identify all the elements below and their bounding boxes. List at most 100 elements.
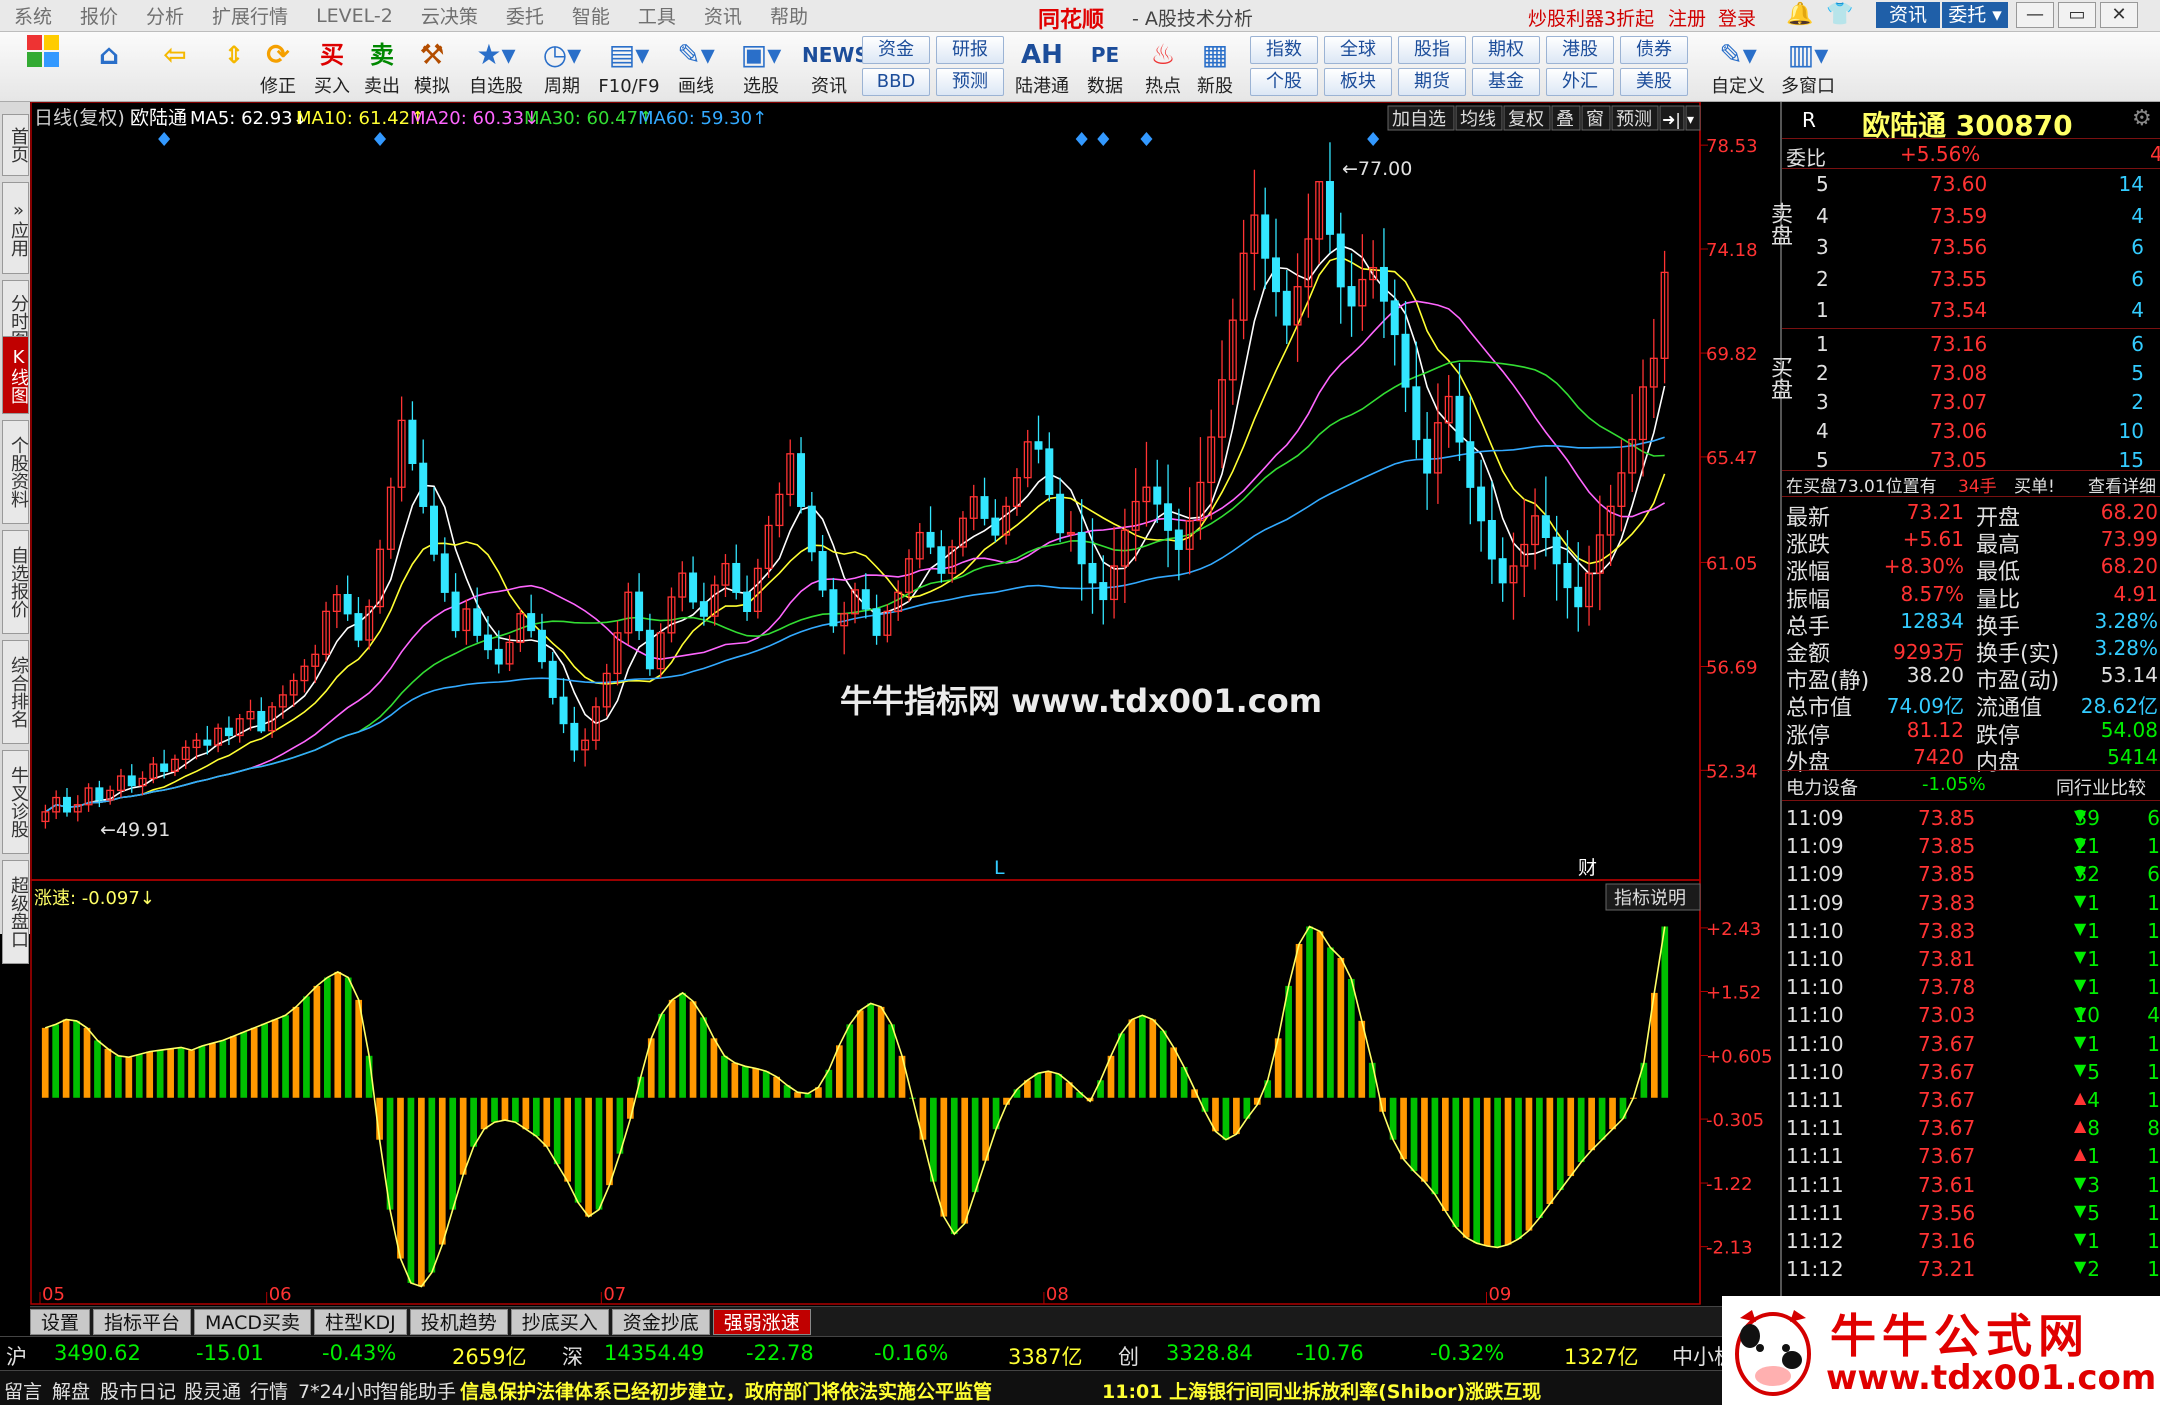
toolbar-back-button[interactable]: ⇦ [150,34,200,100]
cy-index[interactable]: 3328.84 [1166,1341,1253,1365]
toolbar-period-button[interactable]: ◷▾ 周期 [534,34,590,100]
candle-body[interactable] [494,648,503,665]
news-headline-2[interactable]: 11:01 上海银行间同业拆放利率(Shibor)涨跌互现 [1102,1377,1541,1404]
jump-end-icon[interactable]: ➜| [1662,110,1681,129]
chart-area[interactable]: 日线(复权) 欧陆通 MA5: 62.93↓ MA10: 61.42↑ MA20… [30,102,1780,1305]
candle-body[interactable] [95,787,104,801]
btn-stock[interactable]: 个股 [1250,68,1318,96]
news-tab-message[interactable]: 留言 [4,1377,42,1404]
tab-settings[interactable]: 设置 [30,1309,91,1335]
toolbar-news-button[interactable]: NEWS 资讯 [802,34,869,100]
tab-fund-bottom[interactable]: 资金抄底 [611,1309,710,1335]
tab-trend[interactable]: 投机趋势 [409,1309,508,1335]
btn-fund[interactable]: 基金 [1472,68,1540,96]
candle-body[interactable] [829,589,838,627]
candle-body[interactable] [1271,257,1280,293]
candle-body[interactable] [343,593,352,615]
candle-body[interactable] [1174,529,1183,550]
candle-body[interactable] [1401,333,1410,388]
candle-body[interactable] [1487,519,1496,560]
candle-body[interactable] [1477,486,1486,522]
kline-chart[interactable]: 日线(复权) 欧陆通 MA5: 62.93↓ MA10: 61.42↑ MA20… [30,102,1780,1306]
minimize-button[interactable]: — [2016,2,2054,28]
toolbar-draw-button[interactable]: ✎▾ 画线 [666,34,726,100]
tab-apps[interactable]: »应用 [2,182,29,274]
candle-body[interactable] [1379,266,1388,302]
toolbar-hot-button[interactable]: ♨ 热点 [1138,34,1188,100]
candle-body[interactable] [1347,286,1356,307]
btn-overlay[interactable]: 叠 [1556,109,1574,130]
candle-body[interactable] [1498,558,1507,584]
candle-body[interactable] [635,591,644,632]
candle-body[interactable] [1164,503,1173,531]
tab-ranking[interactable]: 综合排名 [2,640,29,744]
menu-info[interactable]: 资讯 [690,2,756,29]
buy-level-row[interactable]: 4 73.06 10 [1782,417,2160,444]
toolbar-hkconnect-button[interactable]: AH 陆港通 [1010,34,1074,100]
toolbar-data-button[interactable]: PE 数据 [1080,34,1130,100]
candle-body[interactable] [203,739,212,746]
promo-link[interactable]: 炒股利器3折起 [1528,4,1654,31]
skin-icon[interactable]: 👕 [1826,2,1853,27]
tab-kline[interactable]: K线图 [2,336,29,414]
toolbar-custom-button[interactable]: ✎▾ 自定义 [1706,34,1770,100]
btn-bbd[interactable]: BBD [862,68,930,96]
sell-level-row[interactable]: 5 73.60 14 [1782,170,2160,197]
candle-body[interactable] [419,462,428,507]
toolbar-ipo-button[interactable]: ▦ 新股 [1190,34,1240,100]
tab-home[interactable]: 首页 [2,114,29,176]
tab-macd[interactable]: MACD买卖 [194,1309,311,1335]
menu-analysis[interactable]: 分析 [132,2,198,29]
sh-index[interactable]: 3490.62 [54,1341,141,1365]
candle-body[interactable] [473,608,482,636]
btn-forecast[interactable]: 预测 [1616,109,1652,130]
sell-level-row[interactable]: 3 73.56 6 [1782,233,2160,260]
btn-adjust[interactable]: 复权 [1508,109,1544,130]
candle-body[interactable] [1423,438,1432,474]
toolbar-refresh-button[interactable]: ⟳ 修正 [256,34,300,100]
register-link[interactable]: 注册 [1668,4,1706,31]
gear-icon[interactable]: ⚙ [2132,106,2152,131]
sell-level-row[interactable]: 4 73.59 4 [1782,202,2160,229]
candle-body[interactable] [872,608,881,636]
candle-body[interactable] [699,601,708,617]
candle-body[interactable] [548,660,557,698]
candle-body[interactable] [732,562,741,593]
news-tab-guling[interactable]: 股灵通 [184,1377,241,1404]
btn-us[interactable]: 美股 [1620,68,1688,96]
candle-body[interactable] [1099,582,1108,601]
candle-body[interactable] [1455,395,1464,443]
menu-system[interactable]: 系统 [0,2,66,29]
btn-global[interactable]: 全球 [1324,36,1392,64]
candle-body[interactable] [408,419,417,465]
toolbar-screen-button[interactable]: ▣▾ 选股 [730,34,792,100]
candle-body[interactable] [1563,562,1572,589]
candle-body[interactable] [1045,448,1054,496]
tab-bottom-buy[interactable]: 抄底买入 [510,1309,609,1335]
candle-body[interactable] [645,629,654,670]
chevron-down-icon[interactable]: ▾ [1687,112,1694,128]
btn-futures[interactable]: 期货 [1398,68,1466,96]
candle-body[interactable] [1574,586,1583,608]
login-link[interactable]: 登录 [1718,4,1756,31]
toolbar-f10-button[interactable]: ▤▾ F10/F9 [596,34,662,100]
sell-level-row[interactable]: 1 73.54 4 [1782,296,2160,323]
bell-icon[interactable]: 🔔 [1786,2,1813,27]
order-notice-row[interactable]: 在买盘73.01位置有 34手 买单! 查看详细 [1782,470,2160,497]
toolbar-watchlist-button[interactable]: ★▾ 自选股 [464,34,528,100]
candle-body[interactable] [926,531,935,548]
candle-body[interactable] [980,496,989,519]
candle-body[interactable] [1552,536,1561,565]
tab-indicator-platform[interactable]: 指标平台 [93,1309,192,1335]
candle-body[interactable] [818,551,827,591]
candle-body[interactable] [451,591,460,632]
buy-level-row[interactable]: 2 73.08 5 [1782,359,2160,386]
candle-body[interactable] [224,727,233,737]
menu-tools[interactable]: 工具 [624,2,690,29]
candle-body[interactable] [1261,214,1270,259]
candle-body[interactable] [559,696,568,725]
close-button[interactable]: ✕ [2100,2,2138,28]
candle-body[interactable] [807,505,816,553]
candle-body[interactable] [1390,300,1399,336]
candle-body[interactable] [257,710,266,732]
